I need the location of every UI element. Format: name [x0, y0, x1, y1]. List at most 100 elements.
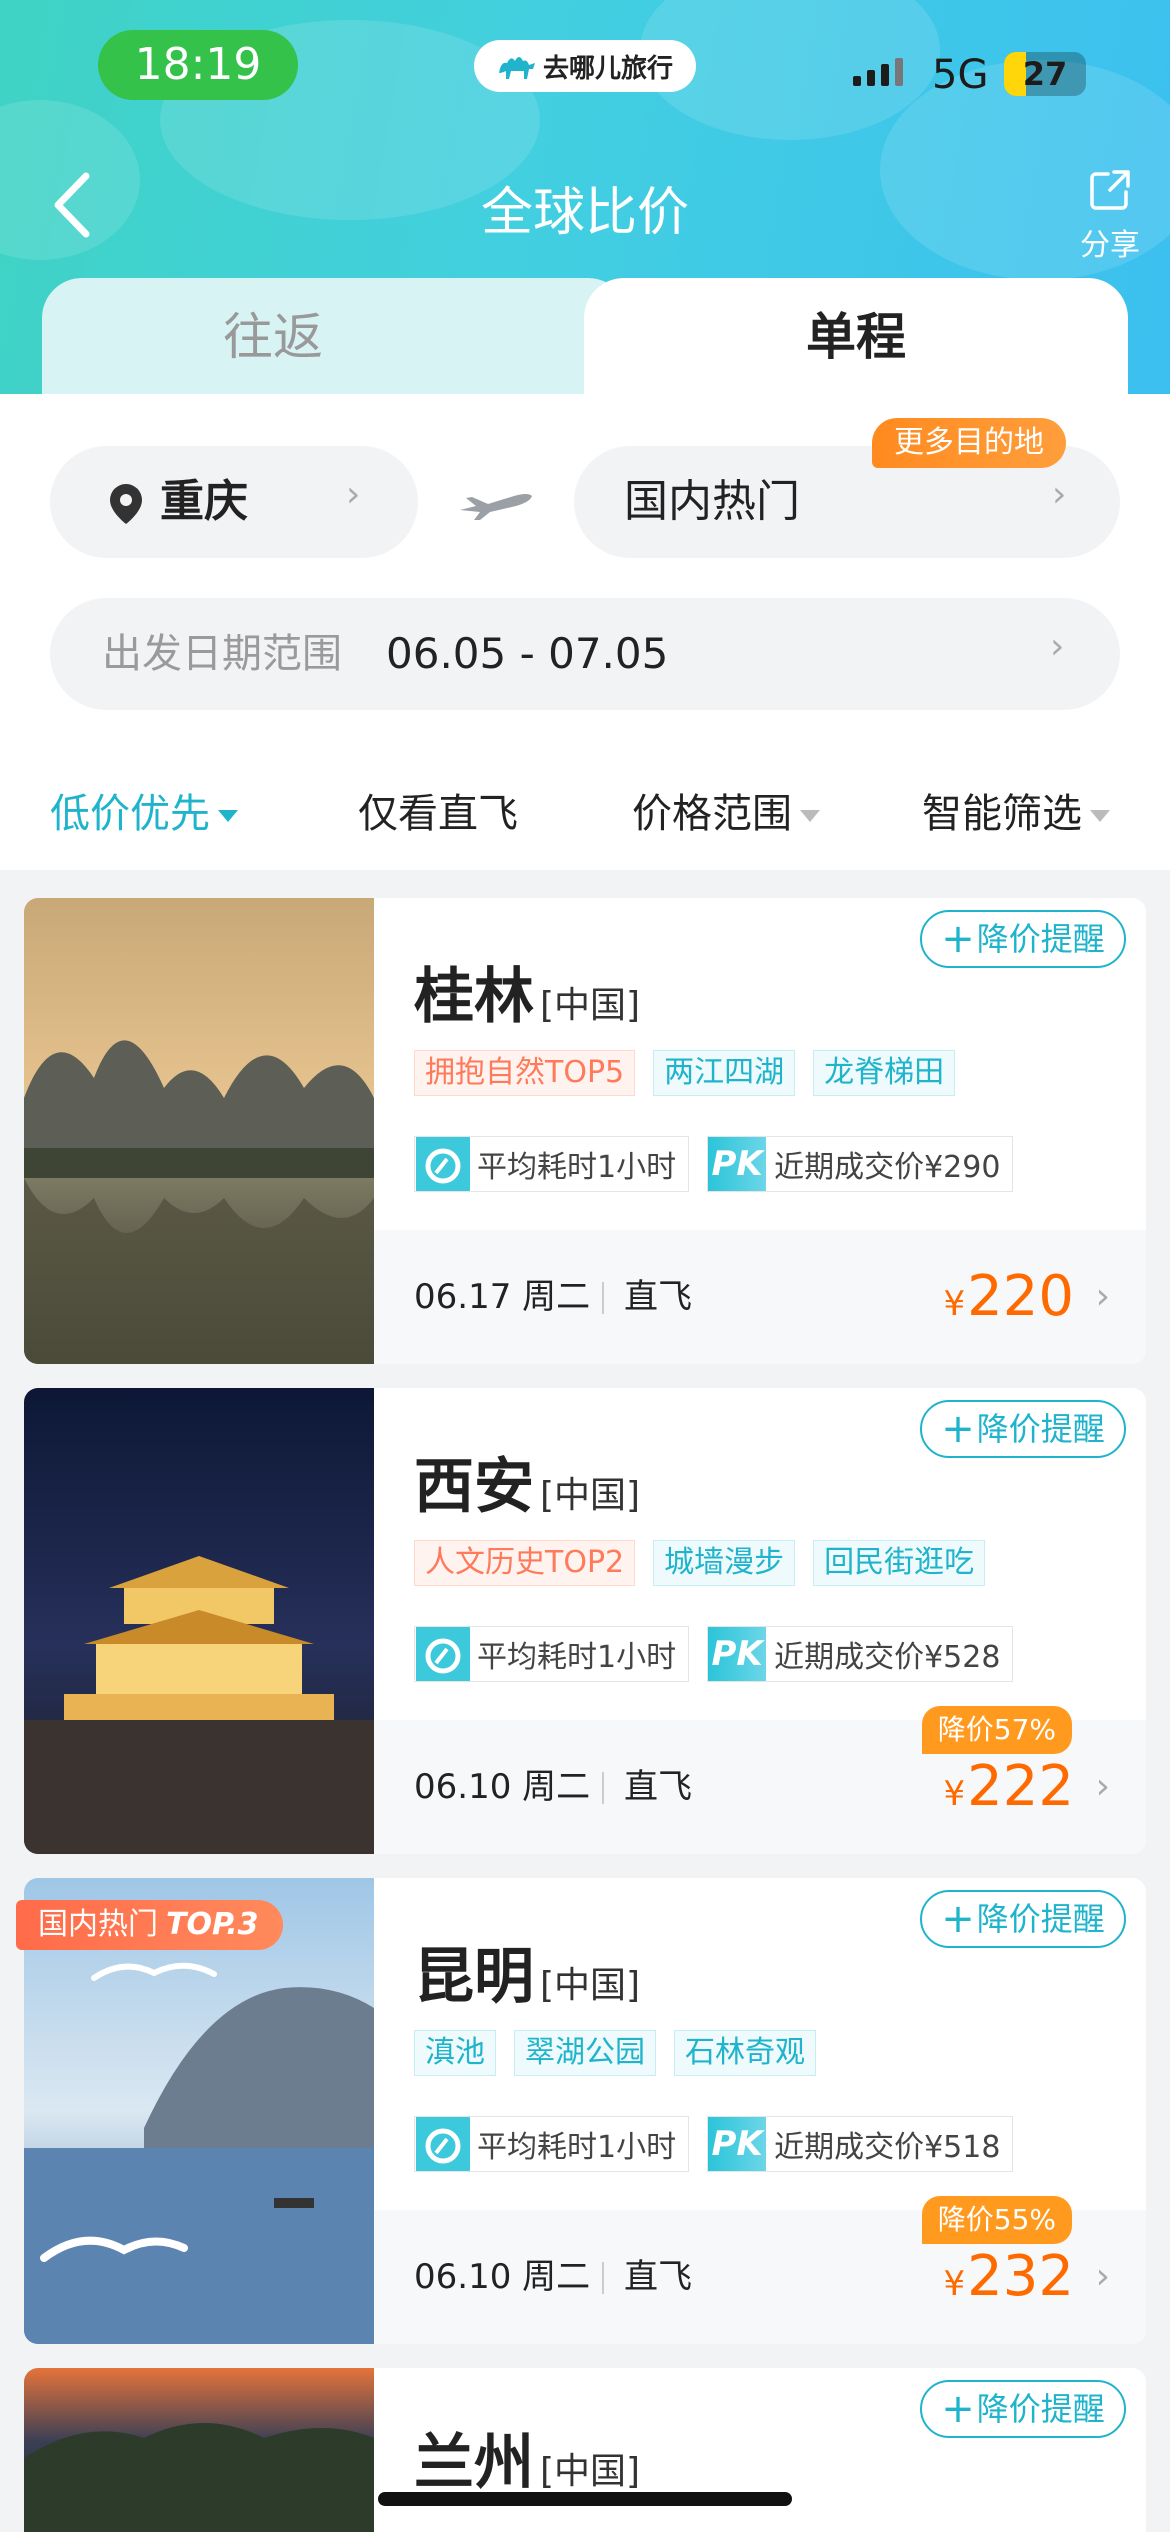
- destination-photo: [24, 898, 374, 1364]
- flight-date: 06.10 周二: [414, 1767, 591, 1807]
- plus-icon: +: [941, 1406, 975, 1452]
- price-value: 232: [967, 2244, 1074, 2309]
- search-panel: 重庆 › 国内热门 › 更多目的地 出发日期范围 06.05 - 07.05 ›…: [0, 394, 1170, 870]
- filter-low-price-label: 低价优先: [50, 791, 210, 837]
- filter-low-price[interactable]: 低价优先: [50, 764, 238, 864]
- tag: 城墙漫步: [653, 1540, 796, 1586]
- filter-direct-only[interactable]: 仅看直飞: [358, 764, 518, 864]
- clock-icon: [415, 1137, 471, 1191]
- plus-icon: +: [941, 1896, 975, 1942]
- country-label: [中国]: [540, 1475, 641, 1516]
- city-name-text: 昆明: [414, 1942, 534, 2012]
- more-destinations-badge[interactable]: 更多目的地: [872, 418, 1066, 468]
- origin-city: 重庆: [160, 476, 248, 527]
- avg-time-stat: 平均耗时1小时: [414, 2116, 690, 2172]
- chevron-right-icon: ›: [1050, 626, 1065, 667]
- price-alert-button[interactable]: +降价提醒: [920, 1890, 1126, 1948]
- avg-time-text: 平均耗时1小时: [477, 1150, 677, 1185]
- destination-card[interactable]: 兰州 [中国] +降价提醒: [24, 2368, 1146, 2532]
- avg-time-text: 平均耗时1小时: [477, 1640, 677, 1675]
- home-indicator: [378, 2492, 792, 2506]
- hot-rank-label: 国内热门: [38, 1907, 158, 1942]
- date-range-value: 06.05 - 07.05: [386, 629, 669, 678]
- chevron-right-icon: ›: [1095, 1276, 1110, 1317]
- tag-list: 滇池 翠湖公园 石林奇观: [414, 2030, 816, 2076]
- city-name-text: 西安: [414, 1452, 534, 1522]
- price-alert-button[interactable]: +降价提醒: [920, 910, 1126, 968]
- tab-one-way[interactable]: 单程: [584, 278, 1128, 395]
- city-name-text: 兰州: [414, 2428, 534, 2498]
- city-name: 昆明 [中国]: [414, 1928, 640, 2015]
- dropdown-triangle-icon: [218, 810, 238, 822]
- destination-card[interactable]: 西安 [中国] +降价提醒 人文历史TOP2 城墙漫步 回民街逛吃 平均耗时1小时…: [24, 1388, 1146, 1854]
- flight-type: 直飞: [624, 1767, 692, 1807]
- tag-list: 拥抱自然TOP5 两江四湖 龙脊梯田: [414, 1050, 956, 1096]
- price-alert-label: 降价提醒: [976, 920, 1105, 958]
- recent-deal-stat: PK 近期成交价¥528: [707, 1626, 1014, 1682]
- origin-selector[interactable]: 重庆 ›: [50, 446, 418, 558]
- price: ¥232: [943, 2210, 1074, 2351]
- recent-deal-text: 近期成交价¥518: [774, 2130, 1001, 2165]
- flight-summary: 06.17 周二 直飞 ¥220 ›: [374, 1230, 1146, 1364]
- recent-deal-stat: PK 近期成交价¥290: [707, 1136, 1014, 1192]
- trip-type-tabs: 往返 单程: [42, 278, 1128, 395]
- dropdown-triangle-icon: [1090, 810, 1110, 822]
- share-button[interactable]: 分享: [1070, 168, 1150, 264]
- camel-logo-icon: [498, 57, 535, 79]
- price: ¥220: [943, 1230, 1074, 1364]
- app-island-label: 去哪儿旅行: [542, 53, 673, 84]
- filter-price-range[interactable]: 价格范围: [632, 764, 820, 864]
- avg-time-stat: 平均耗时1小时: [414, 1626, 690, 1682]
- tag: 拥抱自然TOP5: [414, 1050, 636, 1096]
- plus-icon: +: [941, 916, 975, 962]
- status-time: 18:19: [98, 30, 298, 100]
- filter-direct-only-label: 仅看直飞: [358, 791, 518, 837]
- destination-photo: [24, 2368, 374, 2532]
- tag: 回民街逛吃: [813, 1540, 986, 1586]
- tag-list: 人文历史TOP2 城墙漫步 回民街逛吃: [414, 1540, 986, 1586]
- filter-smart[interactable]: 智能筛选: [922, 764, 1110, 864]
- hot-rank-badge: 国内热门 TOP.3: [16, 1900, 283, 1950]
- plane-icon[interactable]: [456, 480, 536, 520]
- price-alert-button[interactable]: +降价提醒: [920, 1400, 1126, 1458]
- page-title: 全球比价: [480, 183, 689, 243]
- battery-icon: 27: [1004, 52, 1086, 96]
- recent-deal-stat: PK 近期成交价¥518: [707, 2116, 1014, 2172]
- avg-time-text: 平均耗时1小时: [477, 2130, 677, 2165]
- hot-rank-value: TOP.3: [166, 1907, 259, 1942]
- chevron-right-icon: ›: [1095, 1766, 1110, 1807]
- battery-level: 27: [1022, 55, 1068, 93]
- share-label: 分享: [1080, 228, 1140, 263]
- pk-icon: PK: [708, 2117, 767, 2171]
- divider: [602, 1772, 604, 1804]
- chevron-right-icon: ›: [1095, 2256, 1110, 2297]
- destination-card[interactable]: 桂林 [中国] +降价提醒 拥抱自然TOP5 两江四湖 龙脊梯田 平均耗时1小时 …: [24, 898, 1146, 1364]
- divider: [602, 1282, 604, 1314]
- tab-round-trip[interactable]: 往返: [42, 278, 628, 395]
- currency-symbol: ¥: [943, 2264, 966, 2304]
- clock-icon: [415, 1627, 471, 1681]
- clock-icon: [415, 2117, 471, 2171]
- city-name-text: 桂林: [414, 962, 534, 1032]
- tag: 两江四湖: [653, 1050, 796, 1096]
- flight-summary: 降价57% 06.10 周二 直飞 ¥222 ›: [374, 1706, 1146, 1854]
- date-range-selector[interactable]: 出发日期范围 06.05 - 07.05 ›: [50, 598, 1120, 710]
- chevron-right-icon: ›: [346, 474, 361, 515]
- avg-time-stat: 平均耗时1小时: [414, 1136, 690, 1192]
- price-alert-button[interactable]: +降价提醒: [920, 2380, 1126, 2438]
- destination-city: 国内热门: [624, 476, 800, 527]
- country-label: [中国]: [540, 985, 641, 1026]
- price-value: 220: [967, 1264, 1074, 1329]
- dropdown-triangle-icon: [800, 810, 820, 822]
- flight-type: 直飞: [624, 1277, 692, 1317]
- price-alert-label: 降价提醒: [976, 1900, 1105, 1938]
- tag: 翠湖公园: [514, 2030, 656, 2076]
- stats-row: 平均耗时1小时 PK 近期成交价¥528: [414, 1626, 1014, 1682]
- flight-date: 06.17 周二: [414, 1277, 591, 1317]
- destination-card[interactable]: 国内热门 TOP.3 昆明 [中国] +降价提醒 滇池 翠湖公园 石林奇观 平均耗时…: [16, 1878, 1146, 2344]
- tag: 滇池: [414, 2030, 496, 2076]
- country-label: [中国]: [540, 1965, 641, 2006]
- price: ¥222: [943, 1720, 1074, 1854]
- price-alert-label: 降价提醒: [976, 2390, 1105, 2428]
- filter-smart-label: 智能筛选: [922, 791, 1082, 837]
